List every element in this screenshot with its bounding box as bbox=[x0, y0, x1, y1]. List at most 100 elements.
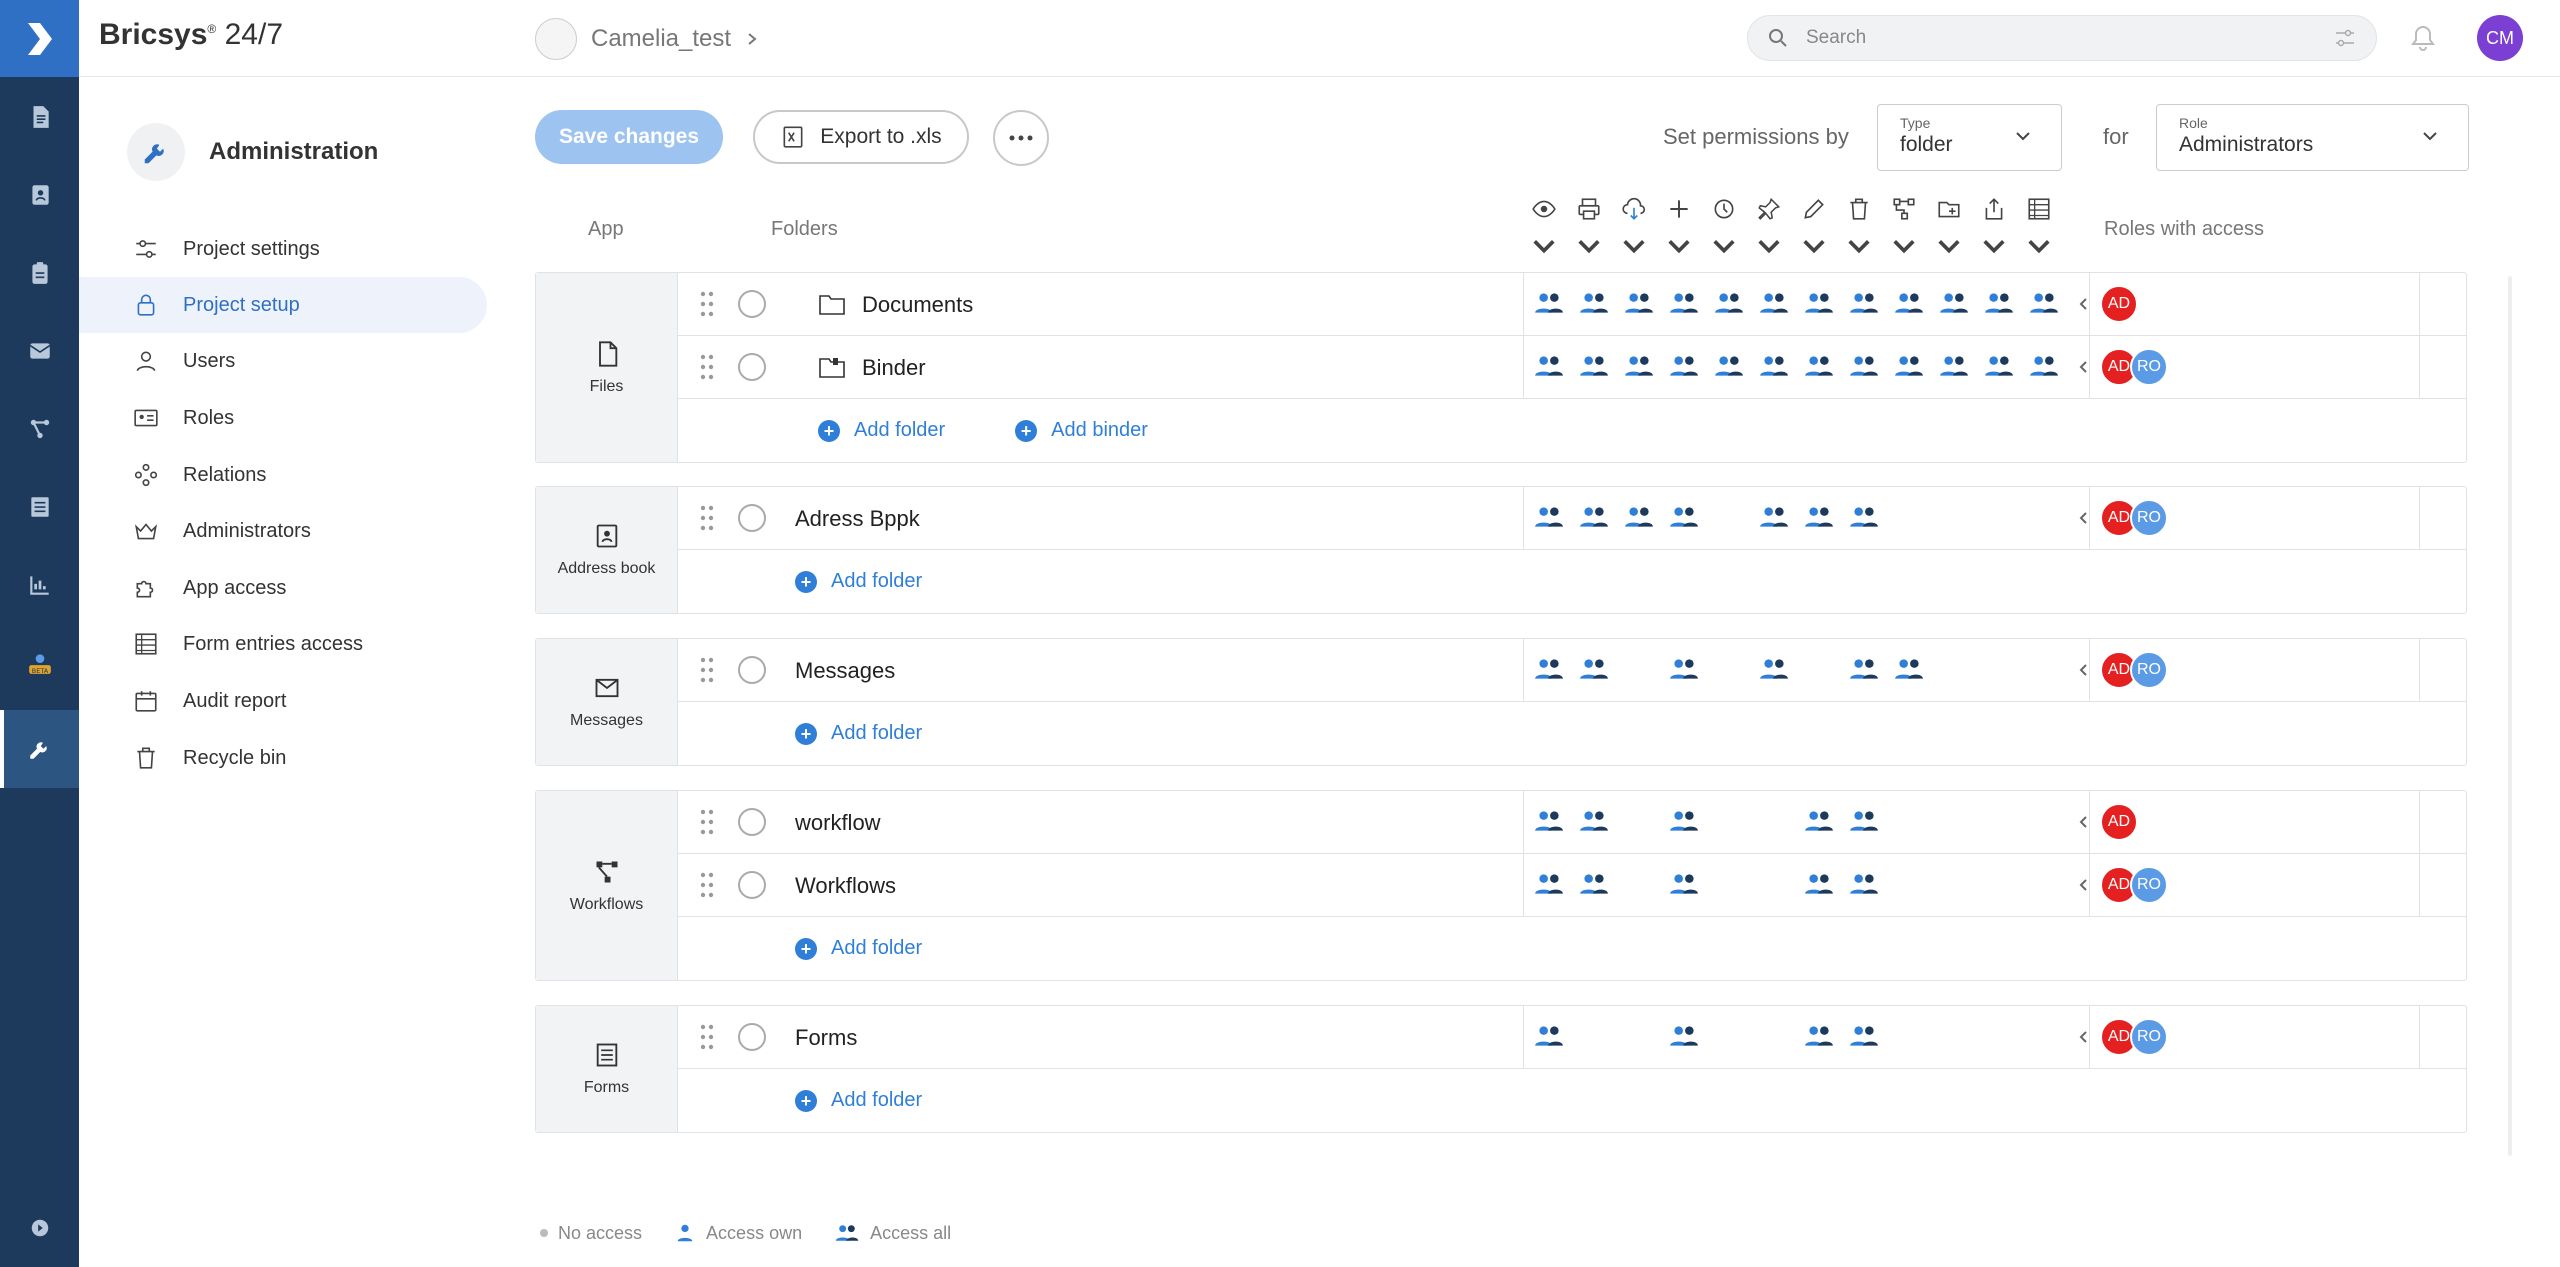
folder-row[interactable]: Binder AD RO bbox=[678, 336, 2466, 399]
export-xls-button[interactable]: Export to .xls bbox=[753, 110, 969, 164]
folder-row[interactable]: Workflows AD RO bbox=[678, 854, 2466, 917]
permission-access-all[interactable] bbox=[1713, 353, 1745, 381]
drag-handle-icon[interactable] bbox=[700, 505, 714, 531]
add-binder-button[interactable]: + Add binder bbox=[1015, 419, 1148, 442]
folder-row[interactable]: Documents AD bbox=[678, 273, 2466, 336]
permission-access-all[interactable] bbox=[1803, 504, 1835, 532]
permission-access-all[interactable] bbox=[1668, 504, 1700, 532]
permission-access-all[interactable] bbox=[1803, 290, 1835, 318]
permission-access-all[interactable] bbox=[1533, 656, 1565, 684]
permission-access-all[interactable] bbox=[1938, 353, 1970, 381]
drag-handle-icon[interactable] bbox=[700, 809, 714, 835]
permission-access-all[interactable] bbox=[1758, 290, 1790, 318]
search-input[interactable]: Search bbox=[1747, 15, 2377, 61]
add-folder-button[interactable]: + Add folder bbox=[818, 419, 945, 442]
perm-column-eye-icon[interactable] bbox=[1529, 196, 1559, 259]
folder-row[interactable]: workflow AD bbox=[678, 791, 2466, 854]
chevron-left-icon[interactable] bbox=[2078, 815, 2088, 829]
nav-audit-report[interactable]: Audit report bbox=[79, 673, 487, 729]
add-folder-button[interactable]: + Add folder bbox=[795, 937, 922, 960]
mail-app-icon[interactable] bbox=[0, 312, 79, 390]
breadcrumb-project[interactable]: Camelia_test bbox=[591, 25, 731, 53]
admin-app-icon[interactable] bbox=[0, 710, 79, 788]
bell-icon[interactable] bbox=[2410, 24, 2436, 52]
permission-access-all[interactable] bbox=[1578, 808, 1610, 836]
row-select-radio[interactable] bbox=[738, 656, 766, 684]
permission-access-all[interactable] bbox=[1668, 656, 1700, 684]
nav-app-access[interactable]: App access bbox=[79, 560, 487, 616]
permission-access-all[interactable] bbox=[1668, 808, 1700, 836]
perm-column-folder-add-icon[interactable] bbox=[1934, 196, 1964, 259]
chevron-left-icon[interactable] bbox=[2078, 360, 2088, 374]
permission-access-all[interactable] bbox=[1893, 656, 1925, 684]
filter-sliders-icon[interactable] bbox=[2334, 28, 2356, 48]
row-select-radio[interactable] bbox=[738, 353, 766, 381]
permission-access-all[interactable] bbox=[1758, 353, 1790, 381]
add-folder-button[interactable]: + Add folder bbox=[795, 570, 922, 593]
row-select-radio[interactable] bbox=[738, 871, 766, 899]
permission-access-all[interactable] bbox=[1668, 290, 1700, 318]
permission-access-all[interactable] bbox=[1713, 290, 1745, 318]
permission-access-all[interactable] bbox=[1848, 504, 1880, 532]
chevron-left-icon[interactable] bbox=[2078, 297, 2088, 311]
workflow-app-icon[interactable] bbox=[0, 390, 79, 468]
perm-column-plus-icon[interactable] bbox=[1664, 196, 1694, 259]
chevron-left-icon[interactable] bbox=[2078, 1030, 2088, 1044]
perm-column-pin-icon[interactable] bbox=[1754, 196, 1784, 259]
more-options-button[interactable] bbox=[993, 110, 1049, 166]
permission-access-all[interactable] bbox=[1848, 808, 1880, 836]
permission-access-all[interactable] bbox=[1803, 808, 1835, 836]
perm-column-workflow-icon[interactable] bbox=[1889, 196, 1919, 259]
permission-access-all[interactable] bbox=[1758, 656, 1790, 684]
folder-row[interactable]: Adress Bppk AD RO bbox=[678, 487, 2466, 550]
folder-name-cell[interactable]: Workflows bbox=[795, 854, 896, 917]
permission-access-all[interactable] bbox=[1668, 1023, 1700, 1051]
perm-column-history-icon[interactable] bbox=[1709, 196, 1739, 259]
permission-access-all[interactable] bbox=[1533, 808, 1565, 836]
save-changes-button[interactable]: Save changes bbox=[535, 110, 723, 164]
forms-app-icon[interactable] bbox=[0, 468, 79, 546]
permission-access-all[interactable] bbox=[1983, 290, 2015, 318]
clipboard-app-icon[interactable] bbox=[0, 234, 79, 312]
permission-access-all[interactable] bbox=[1533, 1023, 1565, 1051]
nav-roles[interactable]: Roles bbox=[79, 390, 487, 446]
nav-project-settings[interactable]: Project settings bbox=[79, 221, 487, 277]
permission-access-all[interactable] bbox=[1578, 871, 1610, 899]
role-select[interactable]: Role Administrators bbox=[2156, 104, 2469, 171]
perm-column-table-icon[interactable] bbox=[2024, 196, 2054, 259]
documents-app-icon[interactable] bbox=[0, 78, 79, 156]
permission-access-all[interactable] bbox=[1893, 353, 1925, 381]
row-select-radio[interactable] bbox=[738, 808, 766, 836]
folder-name-cell[interactable]: Documents bbox=[818, 273, 973, 336]
permission-access-all[interactable] bbox=[1533, 290, 1565, 318]
permission-access-all[interactable] bbox=[1623, 353, 1655, 381]
scrollbar[interactable] bbox=[2508, 276, 2512, 1156]
permission-access-all[interactable] bbox=[1983, 353, 2015, 381]
permission-access-all[interactable] bbox=[1578, 290, 1610, 318]
permission-access-all[interactable] bbox=[1848, 290, 1880, 318]
nav-administrators[interactable]: Administrators bbox=[79, 503, 487, 559]
permission-access-all[interactable] bbox=[1938, 290, 1970, 318]
folder-row[interactable]: Forms AD RO bbox=[678, 1006, 2466, 1069]
reports-app-icon[interactable] bbox=[0, 546, 79, 624]
expand-rail-icon[interactable] bbox=[0, 1189, 79, 1267]
role-badge-ro[interactable]: RO bbox=[2130, 651, 2168, 689]
drag-handle-icon[interactable] bbox=[700, 354, 714, 380]
nav-project-setup[interactable]: Project setup bbox=[79, 277, 487, 333]
drag-handle-icon[interactable] bbox=[700, 657, 714, 683]
permission-access-all[interactable] bbox=[1848, 1023, 1880, 1051]
permission-access-all[interactable] bbox=[2028, 290, 2060, 318]
role-badge-ro[interactable]: RO bbox=[2130, 499, 2168, 537]
perm-column-print-icon[interactable] bbox=[1574, 196, 1604, 259]
row-select-radio[interactable] bbox=[738, 504, 766, 532]
permission-access-all[interactable] bbox=[1578, 353, 1610, 381]
permission-access-all[interactable] bbox=[1623, 290, 1655, 318]
drag-handle-icon[interactable] bbox=[700, 1024, 714, 1050]
beta-app-icon[interactable]: BETA bbox=[0, 624, 79, 702]
breadcrumb[interactable]: Camelia_test bbox=[535, 18, 759, 60]
permission-access-all[interactable] bbox=[1848, 871, 1880, 899]
permission-access-all[interactable] bbox=[1623, 504, 1655, 532]
permission-access-all[interactable] bbox=[2028, 353, 2060, 381]
perm-column-trash-icon[interactable] bbox=[1844, 196, 1874, 259]
type-select[interactable]: Type folder bbox=[1877, 104, 2062, 171]
